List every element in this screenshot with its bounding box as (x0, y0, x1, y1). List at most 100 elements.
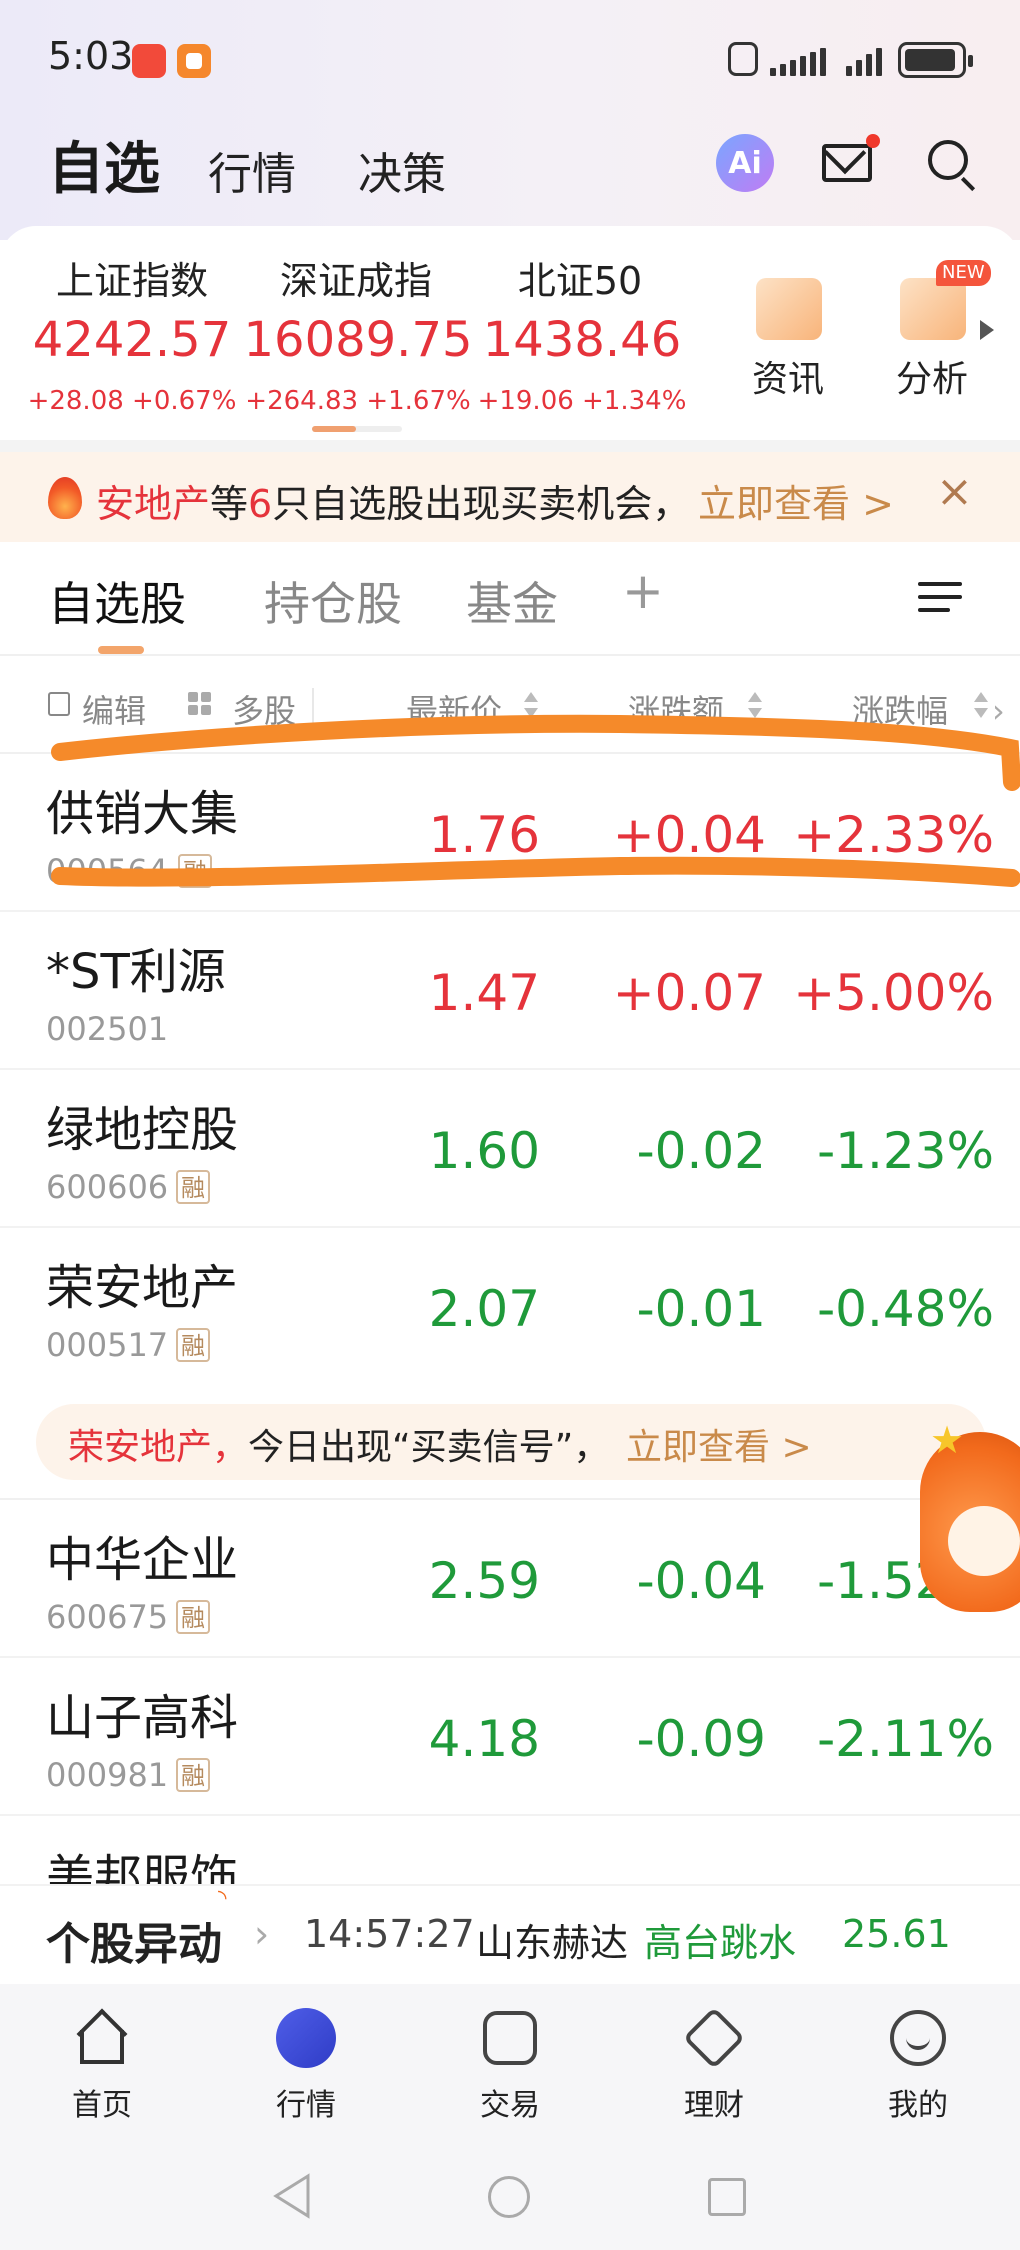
mascot-face (948, 1506, 1020, 1576)
star-icon: ★ (930, 1418, 965, 1462)
stock-code: 002501 (46, 1010, 169, 1048)
nav-profile[interactable]: 我的 (848, 2008, 988, 2124)
stock-row[interactable]: 供销大集 000564 融 1.76 +0.04 +2.33% (0, 754, 1020, 912)
stock-row[interactable]: 美邦服饰 (0, 1816, 1020, 1884)
stock-percent: -0.48% (817, 1280, 994, 1338)
divider (312, 688, 314, 724)
stock-name: 山子高科 (46, 1690, 239, 1746)
stock-percent: +2.33% (793, 806, 994, 864)
sort-change-header[interactable]: 涨跌额 (628, 686, 724, 732)
sort-icon (748, 690, 762, 724)
ai-assistant-button[interactable]: Ai (716, 134, 774, 192)
stock-row[interactable]: 山子高科 000981 融 4.18 -0.09 -2.11% (0, 1658, 1020, 1816)
stock-row[interactable]: 中华企业 600675 融 2.59 -0.04 -1.52% (0, 1500, 1020, 1658)
margin-badge: 融 (176, 1328, 210, 1362)
stock-name: 中华企业 (46, 1532, 239, 1588)
nav-label: 行情 (276, 2088, 336, 2123)
unread-dot (866, 134, 880, 148)
stock-change: -0.04 (636, 1552, 766, 1610)
stock-change: -0.01 (636, 1280, 766, 1338)
signal-view-link[interactable]: 立即查看 > (626, 1418, 812, 1470)
menu-icon[interactable] (918, 582, 962, 612)
mail-icon[interactable] (822, 144, 872, 182)
home-icon (72, 2008, 132, 2068)
nav-trade[interactable]: 交易 (440, 2008, 580, 2124)
signal-icon-2 (846, 48, 886, 76)
tab-holdings[interactable]: 持仓股 (264, 568, 402, 634)
stock-change: -0.02 (636, 1122, 766, 1180)
banner-message: 安地产等6只自选股出现买卖机会， (96, 482, 691, 526)
margin-badge: 融 (176, 1758, 210, 1792)
stock-code: 600606 (46, 1168, 169, 1206)
stock-code: 000564 (46, 852, 169, 890)
new-badge: NEW (936, 260, 991, 286)
stock-price: 2.59 (428, 1552, 540, 1610)
sort-price-header[interactable]: 最新价 (406, 686, 502, 732)
tab-funds[interactable]: 基金 (466, 568, 558, 634)
sort-icon (524, 690, 538, 724)
trade-icon (480, 2008, 540, 2068)
index-value: 1438.46 (482, 312, 682, 368)
nav-label: 理财 (684, 2088, 744, 2123)
tab-watchlist[interactable]: 自选 (48, 124, 160, 205)
chevron-right-icon: › (254, 1912, 270, 1956)
stock-row[interactable]: 荣安地产 000517 融 2.07 -0.01 -0.48% (0, 1228, 1020, 1386)
stock-price: 1.76 (428, 806, 540, 864)
index-value: 4242.57 (32, 312, 232, 368)
banner-view-link[interactable]: 立即查看 > (698, 473, 894, 528)
recent-apps-icon[interactable] (708, 2178, 746, 2216)
flame-icon (48, 477, 82, 519)
nav-wealth[interactable]: 理财 (644, 2006, 784, 2124)
status-time: 5:03 (48, 34, 134, 78)
nav-label: 交易 (480, 2088, 540, 2123)
stock-name: 供销大集 (46, 786, 239, 842)
margin-badge: 融 (178, 854, 212, 888)
ticker-logo: 个股异动 (46, 1919, 222, 1970)
search-icon[interactable] (928, 140, 968, 180)
index-name: 北证50 (517, 259, 643, 303)
stock-percent: +5.00% (793, 964, 994, 1022)
ticker-event: 高台跳水 (644, 1921, 797, 1965)
notification-app-icon-2 (177, 44, 211, 78)
tab-my-stocks[interactable]: 自选股 (48, 568, 186, 634)
back-icon[interactable] (270, 2172, 314, 2220)
nav-home[interactable]: 首页 (32, 2008, 172, 2124)
tab-market[interactable]: 行情 (208, 138, 296, 202)
index-name: 深证成指 (279, 259, 432, 303)
index-name: 上证指数 (55, 259, 208, 303)
stock-row[interactable]: 绿地控股 600606 融 1.60 -0.02 -1.23% (0, 1070, 1020, 1228)
edit-button[interactable]: 编辑 (82, 686, 146, 732)
stock-code: 600675 (46, 1598, 169, 1636)
index-scroll-indicator (312, 426, 402, 432)
stock-name: 美邦服饰 (46, 1850, 239, 1884)
more-columns-icon[interactable]: › (992, 692, 1005, 730)
battery-icon (898, 42, 973, 78)
multi-stock-button[interactable]: 多股 (232, 686, 296, 732)
stock-name: 荣安地产 (46, 1260, 239, 1316)
stock-change: +0.04 (612, 806, 766, 864)
close-icon[interactable]: × (936, 466, 973, 517)
stock-price: 1.60 (428, 1122, 540, 1180)
scroll-right-icon[interactable] (980, 320, 994, 340)
analysis-icon (900, 278, 966, 340)
ai-icon: Ai (728, 145, 762, 181)
stock-row[interactable]: *ST利源 002501 1.47 +0.07 +5.00% (0, 912, 1020, 1070)
stock-code: 000517 (46, 1326, 169, 1364)
add-group-icon[interactable]: + (622, 562, 664, 620)
index-change: +28.08 +0.67% (27, 386, 237, 416)
sort-percent-header[interactable]: 涨跌幅 (852, 686, 948, 732)
quotes-icon (276, 2008, 336, 2068)
home-button-icon[interactable] (488, 2176, 530, 2218)
stock-change: +0.07 (612, 964, 766, 1022)
nav-quotes[interactable]: 行情 (236, 2008, 376, 2124)
profile-icon (888, 2008, 948, 2068)
analysis-label: 分析 (895, 359, 968, 400)
index-change: +264.83 +1.67% (245, 386, 471, 416)
tab-decision[interactable]: 决策 (358, 138, 446, 202)
index-value: 16089.75 (243, 312, 473, 368)
stock-price: 2.07 (428, 1280, 540, 1338)
wealth-icon (682, 2006, 746, 2070)
stock-code: 000981 (46, 1756, 169, 1794)
notification-app-icon (132, 44, 166, 78)
index-change: +19.06 +1.34% (477, 386, 687, 416)
